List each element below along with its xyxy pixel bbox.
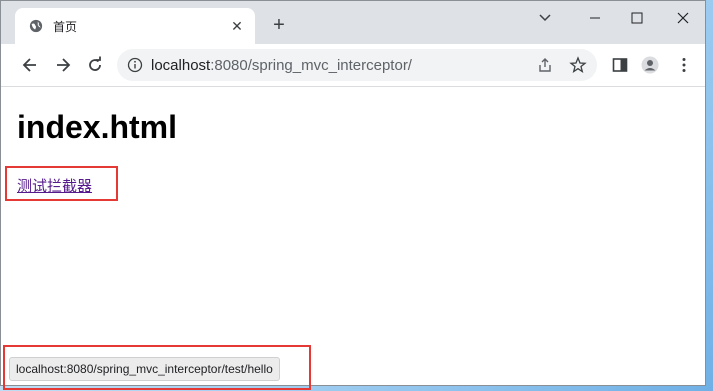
site-info-icon[interactable] (127, 57, 143, 73)
maximize-icon[interactable] (627, 9, 647, 27)
share-icon[interactable] (537, 57, 553, 73)
new-tab-button[interactable]: + (269, 15, 289, 35)
kebab-menu-icon[interactable] (675, 56, 693, 74)
forward-arrow-icon[interactable] (54, 56, 72, 74)
address-bar[interactable]: localhost:8080/spring_mvc_interceptor/ (117, 49, 597, 81)
globe-icon (29, 19, 43, 33)
page-content: index.html 测试拦截器 localhost:8080/spring_m… (1, 87, 705, 385)
close-tab-icon[interactable]: ✕ (229, 18, 245, 34)
annotation-box-link (5, 166, 118, 201)
bookmark-star-icon[interactable] (569, 56, 587, 74)
title-bar: 首页 ✕ + (1, 1, 705, 44)
side-panel-icon[interactable] (611, 56, 629, 74)
minimize-icon[interactable] (585, 9, 605, 27)
tab-title: 首页 (53, 20, 78, 34)
annotation-box-status (3, 345, 311, 390)
page-heading: index.html (17, 109, 178, 145)
url-path: :8080/spring_mvc_interceptor/ (210, 57, 412, 74)
back-arrow-icon[interactable] (21, 56, 39, 74)
url-text[interactable]: localhost:8080/spring_mvc_interceptor/ (151, 57, 412, 74)
reload-icon[interactable] (86, 56, 104, 74)
close-window-icon[interactable] (673, 9, 693, 27)
browser-toolbar: localhost:8080/spring_mvc_interceptor/ (1, 44, 705, 87)
tab-search-chevron-icon[interactable] (535, 9, 555, 27)
url-host: localhost (151, 57, 211, 74)
tab-active[interactable]: 首页 ✕ (15, 8, 255, 44)
profile-avatar-icon[interactable] (641, 56, 659, 74)
